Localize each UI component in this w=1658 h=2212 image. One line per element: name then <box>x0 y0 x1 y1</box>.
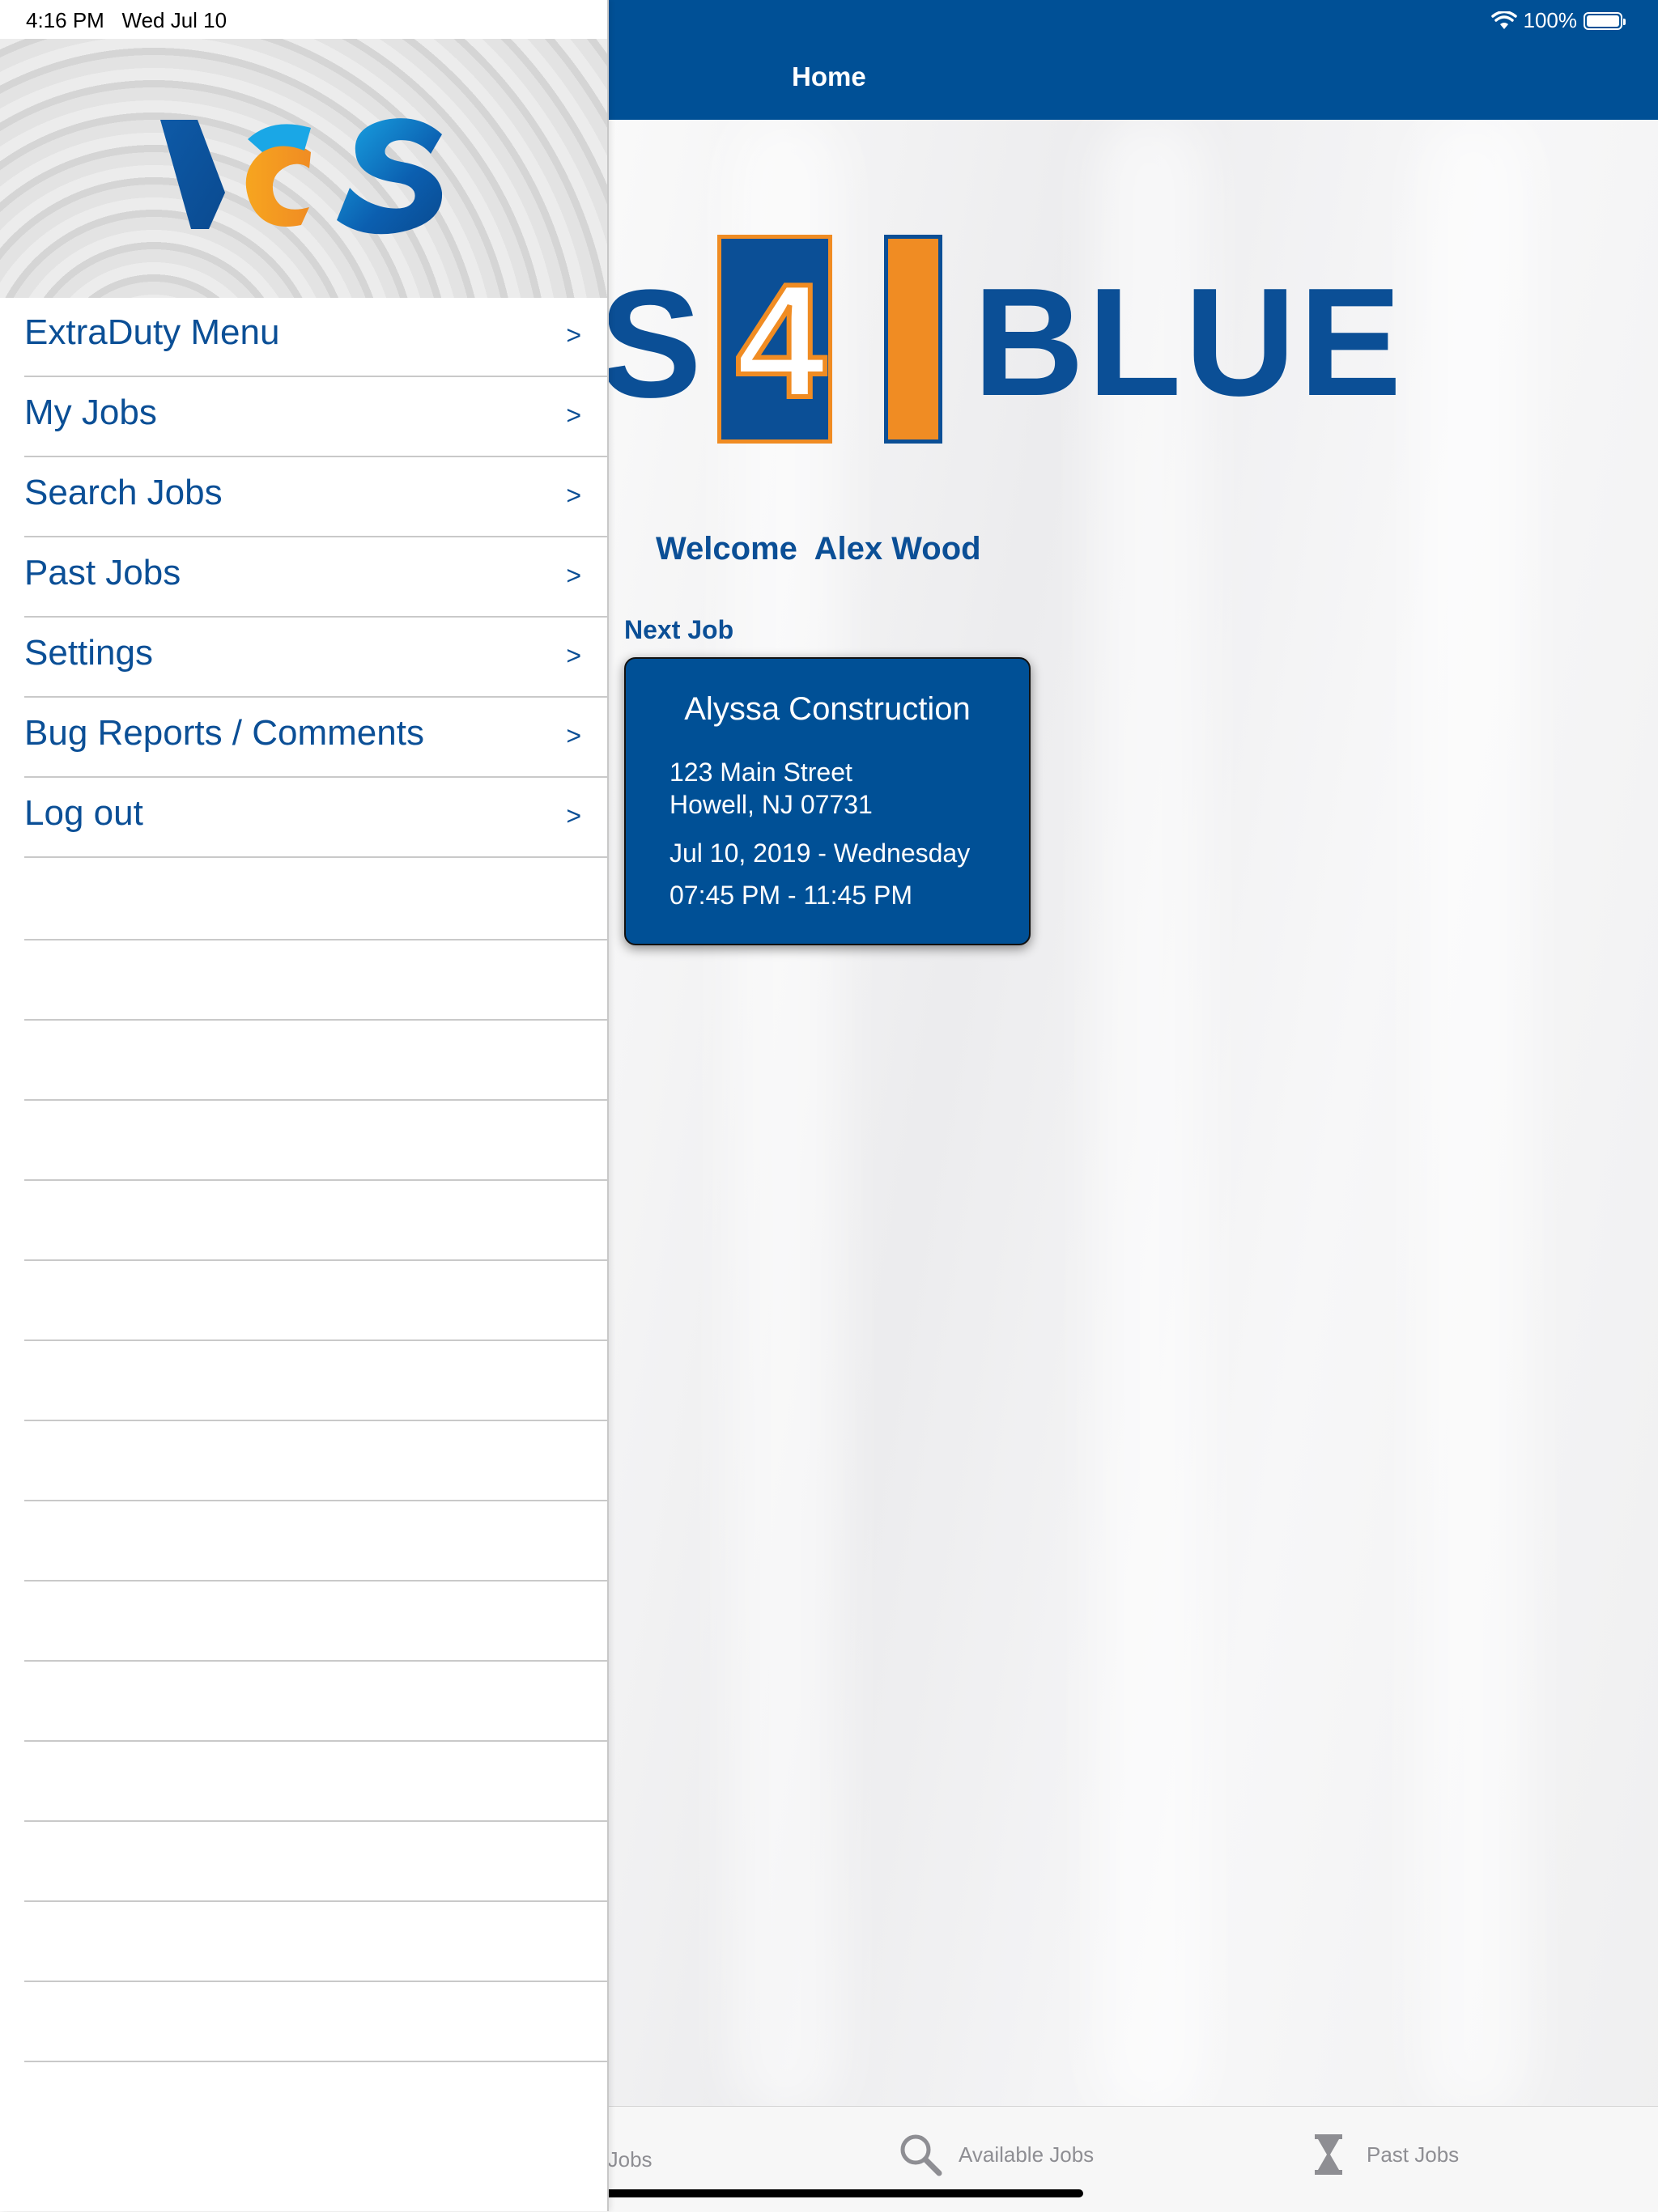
wifi-icon <box>1490 11 1517 29</box>
next-job-card[interactable]: Alyssa Construction 123 Main Street Howe… <box>624 657 1031 945</box>
chevron-right-icon: > <box>566 401 581 430</box>
menu-divider <box>24 1740 607 1742</box>
search-icon <box>900 2134 942 2176</box>
menu-divider <box>24 939 607 940</box>
menu-label: ExtraDuty Menu <box>24 312 280 352</box>
chevron-right-icon: > <box>566 801 581 830</box>
welcome-message: Welcome Alex Wood <box>656 531 981 567</box>
status-time: 4:16 PM <box>26 8 104 32</box>
menu-item-search-jobs[interactable]: Search Jobs > <box>24 458 607 537</box>
menu-divider <box>24 1019 607 1021</box>
side-menu-drawer: 4:16 PM Wed Jul 10 ExtraDuty Menu > My J… <box>0 0 609 2211</box>
brand-word-blue: BLUE <box>973 257 1405 428</box>
status-bar-right: 100% <box>1490 8 1626 33</box>
drawer-header <box>0 39 607 298</box>
chevron-right-icon: > <box>566 561 581 590</box>
tab-past-jobs[interactable]: Past Jobs <box>1305 2131 1459 2178</box>
menu-label: Search Jobs <box>24 473 223 512</box>
menu-divider <box>24 1981 607 1982</box>
job-address-line2: Howell, NJ 07731 <box>670 790 873 819</box>
menu-divider <box>24 1900 607 1902</box>
menu-item-bug-reports[interactable]: Bug Reports / Comments > <box>24 698 607 778</box>
menu-item-log-out[interactable]: Log out > <box>24 779 607 858</box>
menu-item-my-jobs[interactable]: My Jobs > <box>24 378 607 457</box>
menu-divider <box>24 1179 607 1181</box>
menu-label: Log out <box>24 793 143 833</box>
menu-item-extraduty[interactable]: ExtraDuty Menu > <box>24 298 607 377</box>
menu-label: Past Jobs <box>24 553 181 592</box>
menu-item-past-jobs[interactable]: Past Jobs > <box>24 538 607 618</box>
menu-label: My Jobs <box>24 393 157 432</box>
chevron-right-icon: > <box>566 721 581 750</box>
chevron-right-icon: > <box>566 321 581 350</box>
menu-divider <box>24 1660 607 1662</box>
brand-logo: S 4 BLUE <box>599 235 1409 453</box>
background-streak <box>1417 113 1530 2121</box>
menu-label: Settings <box>24 633 153 673</box>
status-date: Wed Jul 10 <box>121 8 227 32</box>
status-bar-left: 4:16 PM Wed Jul 10 <box>26 8 227 33</box>
welcome-greeting: Welcome <box>656 531 797 567</box>
brand-letter-s: S <box>599 258 702 430</box>
hourglass-icon <box>1315 2134 1342 2175</box>
menu-divider <box>24 2061 607 2062</box>
job-address-line1: 123 Main Street <box>670 758 852 787</box>
vcs-logo <box>160 118 443 235</box>
home-indicator <box>575 2189 1083 2197</box>
brand-box-four: 4 <box>717 235 832 444</box>
menu-divider <box>24 1580 607 1582</box>
tab-label: Past Jobs <box>1367 2142 1460 2167</box>
menu-divider <box>24 1500 607 1501</box>
menu-divider <box>24 1820 607 1822</box>
tab-label: Available Jobs <box>959 2142 1095 2167</box>
tab-available-jobs[interactable]: Available Jobs <box>897 2131 1094 2178</box>
menu-divider <box>24 1099 607 1101</box>
job-company: Alyssa Construction <box>684 691 971 727</box>
page-title: Home <box>792 62 866 91</box>
battery-icon <box>1584 11 1626 30</box>
brand-box-one <box>884 235 942 444</box>
menu-item-settings[interactable]: Settings > <box>24 618 607 698</box>
menu-label: Bug Reports / Comments <box>24 713 424 753</box>
chevron-right-icon: > <box>566 481 581 510</box>
brand-digit-four: 4 <box>733 251 828 431</box>
welcome-user-name: Alex Wood <box>814 531 981 567</box>
menu-divider <box>24 1420 607 1421</box>
job-time: 07:45 PM - 11:45 PM <box>670 881 912 910</box>
menu-divider <box>24 1340 607 1341</box>
job-date: Jul 10, 2019 - Wednesday <box>670 839 971 868</box>
next-job-label: Next Job <box>624 615 734 644</box>
chevron-right-icon: > <box>566 641 581 670</box>
battery-percent: 100% <box>1523 8 1578 32</box>
menu-divider <box>24 1259 607 1261</box>
